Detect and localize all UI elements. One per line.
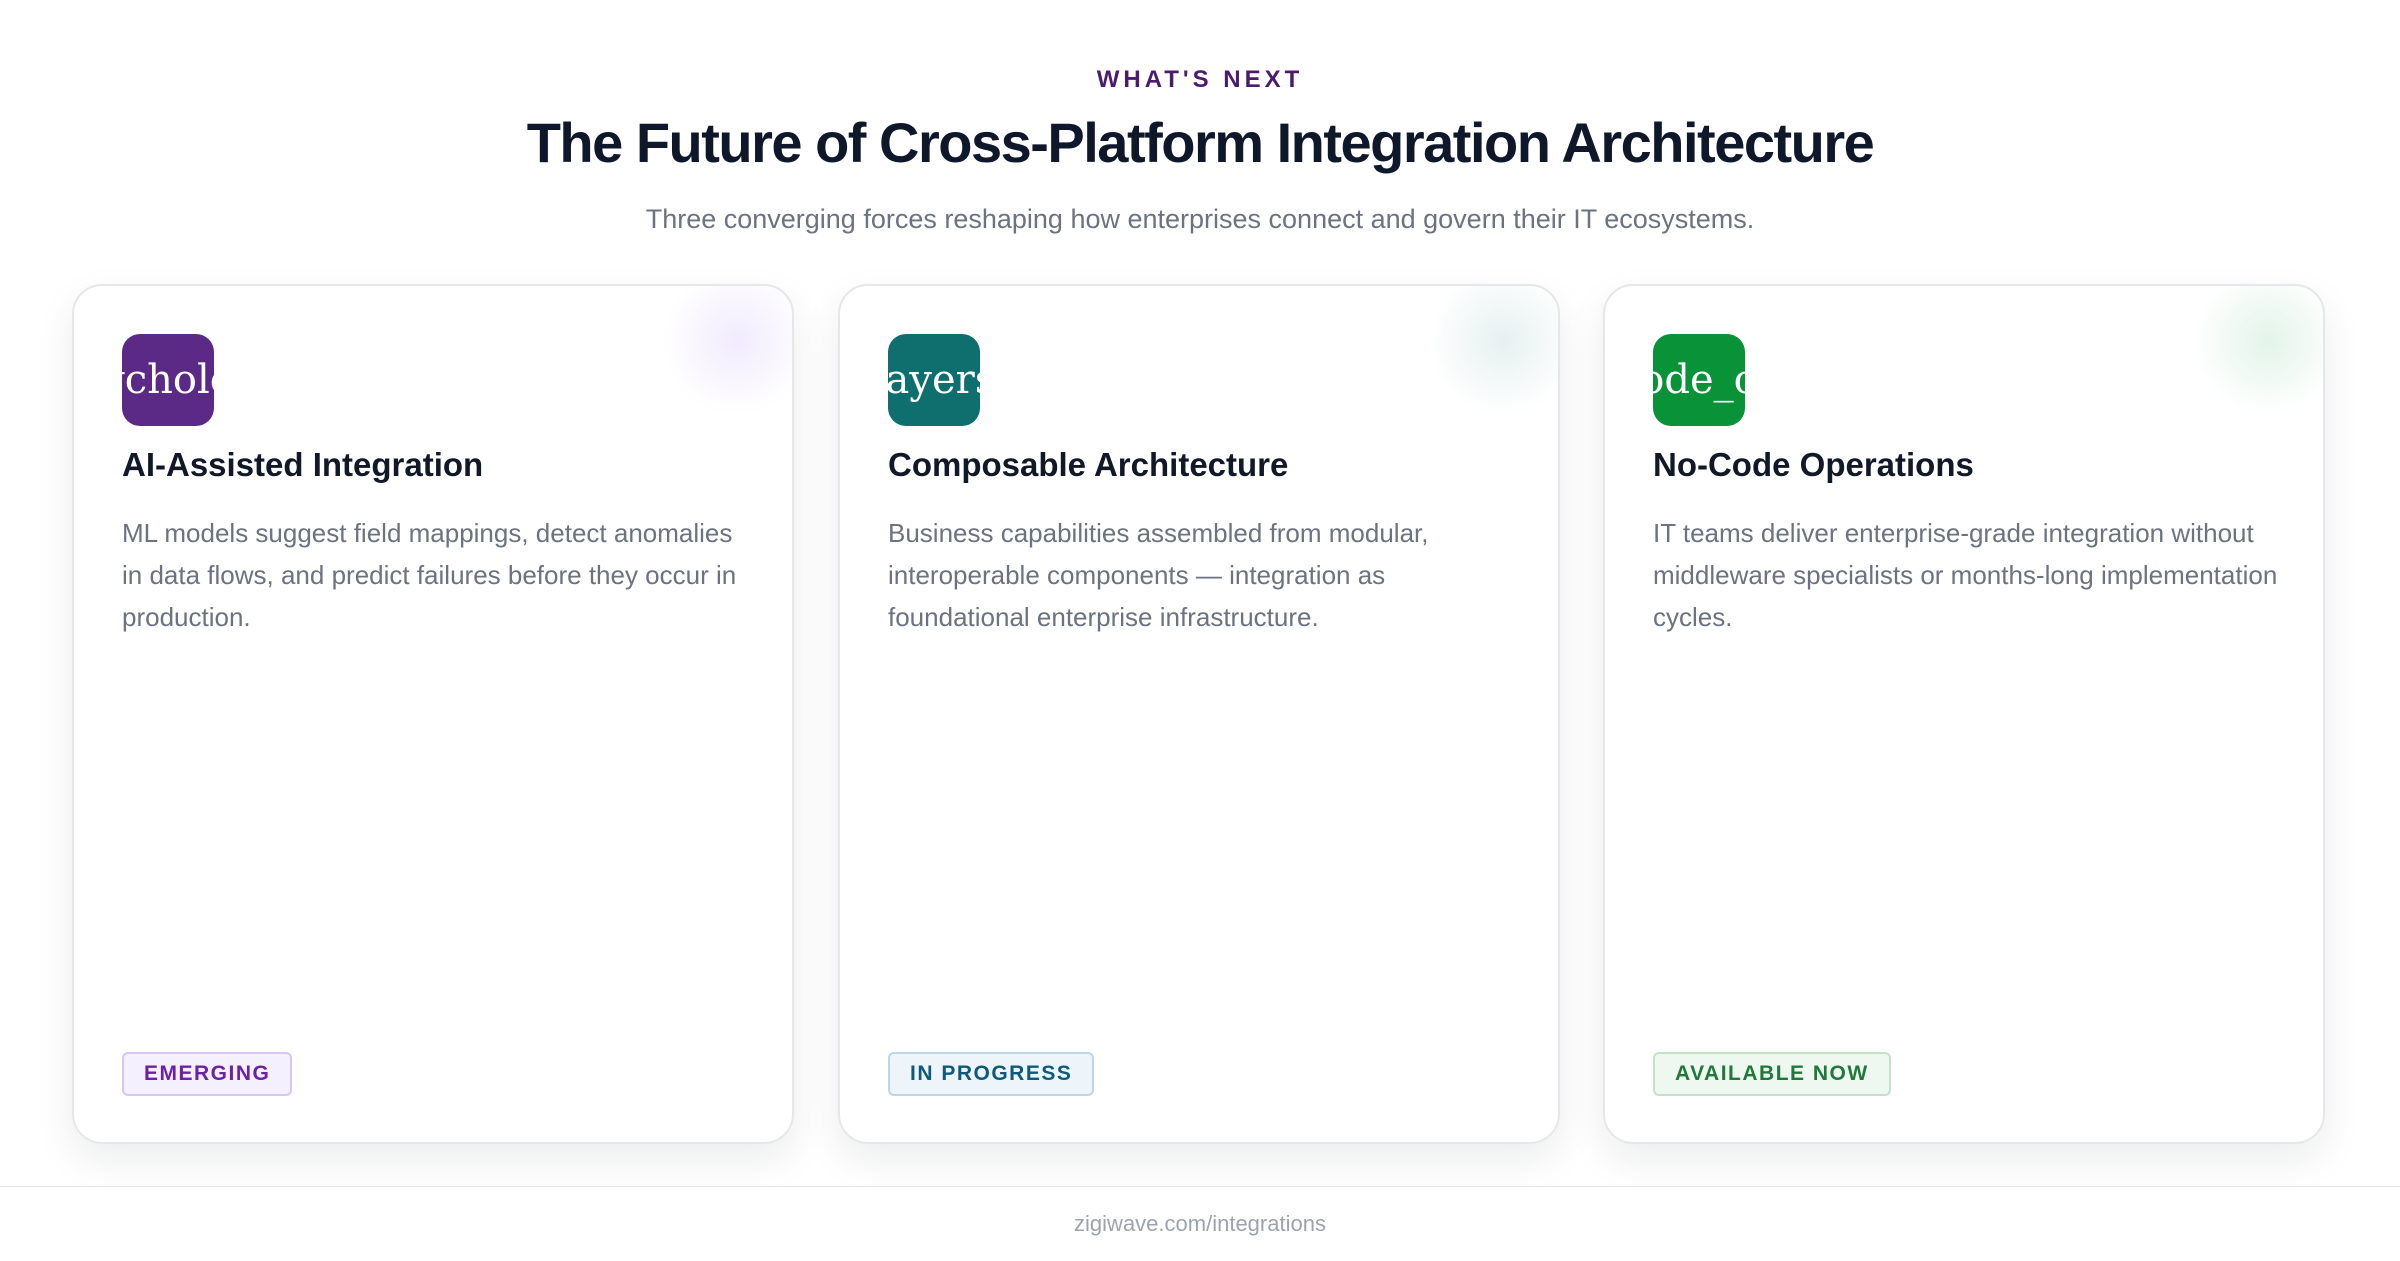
status-badge: EMERGING [122, 1052, 293, 1096]
card-description: IT teams deliver enterprise-grade integr… [1653, 518, 2278, 632]
card-composable-architecture: layers Composable Architecture Business … [838, 284, 1560, 1144]
card-description: ML models suggest field mappings, detect… [122, 518, 737, 632]
footer-link[interactable]: zigiwave.com/integrations [0, 1211, 2400, 1237]
psychology-icon: ycholo [122, 334, 214, 426]
card-glow [662, 286, 792, 416]
footer: zigiwave.com/integrations [0, 1186, 2400, 1261]
eyebrow: WHAT'S NEXT [1096, 66, 1304, 93]
page-title: The Future of Cross-Platform Integration… [526, 111, 1875, 174]
card-ai-assisted-integration: ycholo AI-Assisted Integration ML models… [72, 284, 794, 1144]
card-title: AI-Assisted Integration [122, 446, 484, 483]
layers-icon: layers [888, 334, 980, 426]
card-glow [2193, 286, 2323, 416]
card-no-code-operations: ode_o No-Code Operations IT teams delive… [1603, 284, 2325, 1144]
status-badge: IN PROGRESS [888, 1052, 1095, 1096]
status-badge: AVAILABLE NOW [1653, 1052, 1891, 1096]
code-off-icon: ode_o [1653, 334, 1745, 426]
card-glow [1428, 286, 1558, 416]
card-description: Business capabilities assembled from mod… [888, 518, 1429, 632]
card-title: Composable Architecture [888, 446, 1289, 483]
page-subtitle: Three converging forces reshaping how en… [645, 204, 1755, 234]
card-title: No-Code Operations [1653, 446, 1974, 483]
